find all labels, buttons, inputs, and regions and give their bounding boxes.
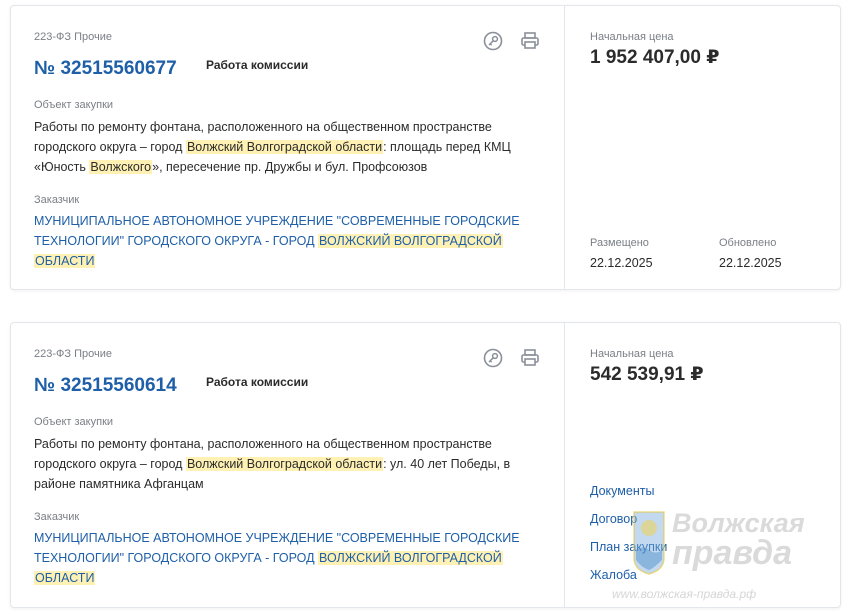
customer-line: МУНИЦИПАЛЬНОЕ АВТОНОМНОЕ УЧРЕЖДЕНИЕ "СОВ…: [34, 531, 520, 545]
purchase-description: Работы по ремонту фонтана, расположенног…: [34, 117, 554, 177]
stage-label: Работа комиссии: [206, 375, 309, 389]
search-highlight: ОБЛАСТИ: [34, 571, 96, 585]
customer-line: ТЕХНОЛОГИИ" ГОРОДСКОГО ОКРУГА - ГОРОД: [34, 551, 319, 565]
price-label: Начальная цена: [590, 31, 674, 43]
description-line: городского округа – город: [34, 140, 186, 154]
search-highlight: ВОЛЖСКИЙ ВОЛГОГРАДСКОЙ: [318, 234, 503, 248]
description-line: : площадь перед КМЦ: [383, 140, 511, 154]
customer-label: Заказчик: [34, 511, 80, 523]
updated-date: 22.12.2025: [719, 256, 782, 270]
key-icon[interactable]: [482, 30, 504, 52]
customer-label: Заказчик: [34, 194, 80, 206]
price-label: Начальная цена: [590, 348, 674, 360]
print-icon[interactable]: [519, 347, 541, 369]
customer-link[interactable]: МУНИЦИПАЛЬНОЕ АВТОНОМНОЕ УЧРЕЖДЕНИЕ "СОВ…: [34, 211, 534, 271]
description-line: районе памятника Афганцам: [34, 477, 204, 491]
complaint-link[interactable]: Жалоба: [590, 568, 637, 582]
posted-label: Размещено: [590, 237, 649, 249]
documents-link[interactable]: Документы: [590, 484, 654, 498]
price-value: 542 539,91 ₽: [590, 364, 704, 385]
purchase-number-link[interactable]: № 32515560677: [34, 58, 177, 80]
object-label: Объект закупки: [34, 416, 114, 428]
updated-label: Обновлено: [719, 237, 777, 249]
customer-line: ТЕХНОЛОГИИ" ГОРОДСКОГО ОКРУГА - ГОРОД: [34, 234, 319, 248]
purchase-description: Работы по ремонту фонтана, расположенног…: [34, 434, 554, 494]
print-icon[interactable]: [519, 30, 541, 52]
law-type: 223-ФЗ Прочие: [34, 348, 112, 360]
search-highlight: Волжский Волгоградской области: [185, 140, 384, 154]
purchase-card: 223-ФЗ Прочие № 32515560614 Работа комис…: [10, 322, 841, 608]
posted-date: 22.12.2025: [590, 256, 653, 270]
description-line: «Юность: [34, 160, 90, 174]
search-highlight: ВОЛЖСКИЙ ВОЛГОГРАДСКОЙ: [318, 551, 503, 565]
contract-link[interactable]: Договор: [590, 512, 637, 526]
price-value: 1 952 407,00 ₽: [590, 47, 720, 68]
purchase-plan-link[interactable]: План закупки: [590, 540, 667, 554]
customer-line: МУНИЦИПАЛЬНОЕ АВТОНОМНОЕ УЧРЕЖДЕНИЕ "СОВ…: [34, 214, 520, 228]
customer-link[interactable]: МУНИЦИПАЛЬНОЕ АВТОНОМНОЕ УЧРЕЖДЕНИЕ "СОВ…: [34, 528, 534, 588]
purchase-card: 223-ФЗ Прочие № 32515560677 Работа комис…: [10, 5, 841, 290]
description-line: городского округа – город: [34, 457, 186, 471]
object-label: Объект закупки: [34, 99, 114, 111]
law-type: 223-ФЗ Прочие: [34, 31, 112, 43]
key-icon[interactable]: [482, 347, 504, 369]
price-column: Начальная цена 542 539,91 ₽ Документы До…: [564, 323, 840, 607]
search-highlight: Волжский Волгоградской области: [185, 457, 384, 471]
search-highlight: ОБЛАСТИ: [34, 254, 96, 268]
search-highlight: Волжского: [89, 160, 153, 174]
description-line: Работы по ремонту фонтана, расположенног…: [34, 437, 492, 451]
stage-label: Работа комиссии: [206, 58, 309, 72]
purchase-number-link[interactable]: № 32515560614: [34, 375, 177, 397]
description-line: », пересечение пр. Дружбы и бул. Профсою…: [152, 160, 428, 174]
description-line: Работы по ремонту фонтана, расположенног…: [34, 120, 492, 134]
description-line: : ул. 40 лет Победы, в: [383, 457, 511, 471]
price-column: Начальная цена 1 952 407,00 ₽ Размещено …: [564, 6, 840, 289]
